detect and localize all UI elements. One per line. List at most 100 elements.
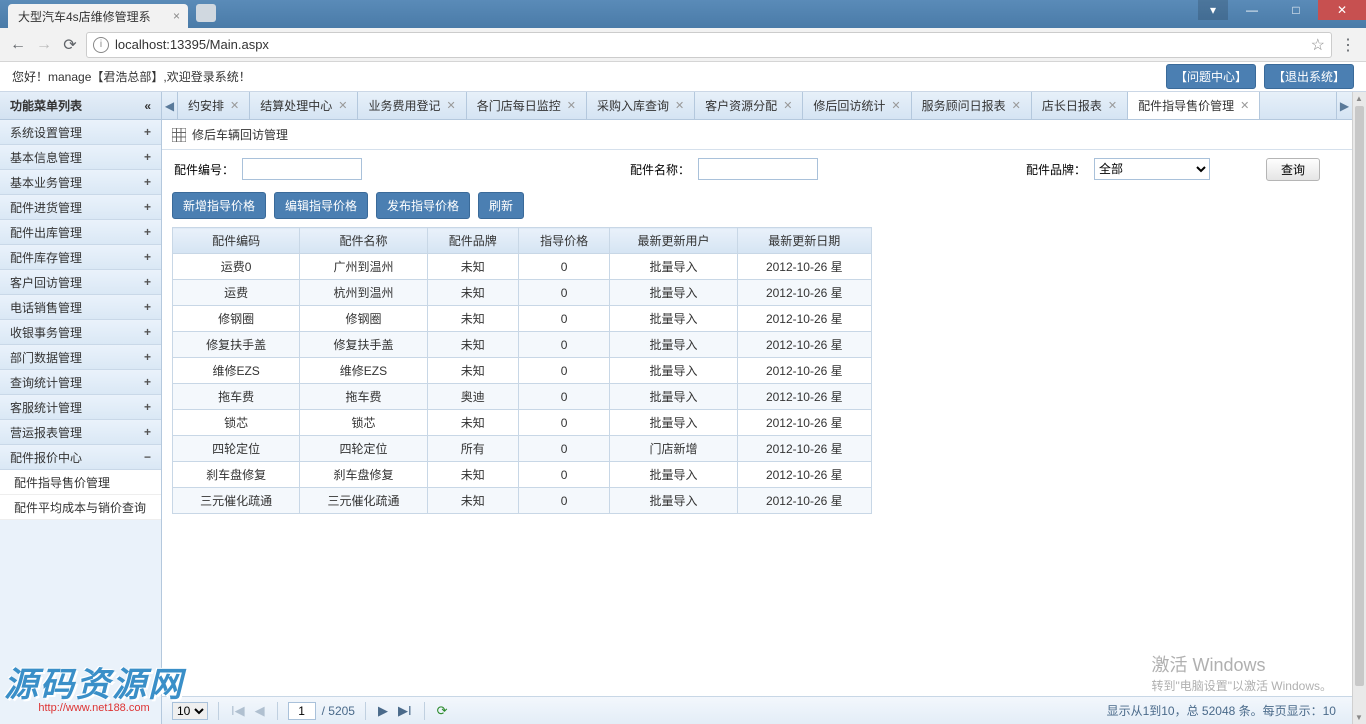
sidebar-item[interactable]: 电话销售管理+ <box>0 295 161 320</box>
issue-center-button[interactable]: 【问题中心】 <box>1166 64 1256 89</box>
sidebar-item-label: 客户回访管理 <box>10 274 82 291</box>
plus-icon: + <box>144 275 151 289</box>
table-row[interactable]: 维修EZS维修EZS未知0批量导入2012-10-26 星 <box>173 358 872 384</box>
tab-close-icon[interactable]: ✕ <box>1108 99 1117 112</box>
browser-tab[interactable]: 大型汽车4s店维修管理系 × <box>8 4 188 28</box>
sidebar-item[interactable]: 配件库存管理+ <box>0 245 161 270</box>
reload-button[interactable]: ⟳ <box>60 35 80 55</box>
table-cell: 2012-10-26 星 <box>737 332 871 358</box>
table-cell: 三元催化疏通 <box>173 488 300 514</box>
tab-close-icon[interactable]: ✕ <box>446 99 455 112</box>
table-row[interactable]: 修复扶手盖修复扶手盖未知0批量导入2012-10-26 星 <box>173 332 872 358</box>
sidebar-item[interactable]: 查询统计管理+ <box>0 370 161 395</box>
collapse-sidebar-icon[interactable]: « <box>144 99 151 113</box>
content-tab[interactable]: 客户资源分配✕ <box>695 92 803 119</box>
table-row[interactable]: 修钢圈修钢圈未知0批量导入2012-10-26 星 <box>173 306 872 332</box>
first-page-button[interactable]: I◀ <box>229 703 247 719</box>
filter-name-input[interactable] <box>698 158 818 180</box>
sidebar-item-label: 基本业务管理 <box>10 174 82 191</box>
column-header[interactable]: 最新更新日期 <box>737 228 871 254</box>
table-row[interactable]: 锁芯锁芯未知0批量导入2012-10-26 星 <box>173 410 872 436</box>
content-tab[interactable]: 业务费用登记✕ <box>358 92 466 119</box>
site-info-icon[interactable]: i <box>93 37 109 53</box>
refresh-button[interactable]: 刷新 <box>478 192 524 219</box>
column-header[interactable]: 配件编码 <box>173 228 300 254</box>
tab-scroll-left[interactable]: ◀ <box>162 92 178 119</box>
sidebar-item[interactable]: 系统设置管理+ <box>0 120 161 145</box>
page-size-select[interactable]: 10 <box>172 702 208 720</box>
sidebar-item[interactable]: 客户回访管理 + <box>0 270 161 295</box>
tab-scroll-right[interactable]: ▶ <box>1336 92 1352 119</box>
query-button[interactable]: 查询 <box>1266 158 1320 181</box>
sidebar-subitem[interactable]: 配件平均成本与销价查询 <box>0 495 161 520</box>
tab-close-icon[interactable]: ✕ <box>891 99 900 112</box>
filter-brand-select[interactable]: 全部 <box>1094 158 1210 180</box>
column-header[interactable]: 配件品牌 <box>427 228 518 254</box>
panel-title: 修后车辆回访管理 <box>162 120 1352 150</box>
table-row[interactable]: 拖车费拖车费奥迪0批量导入2012-10-26 星 <box>173 384 872 410</box>
sidebar-item[interactable]: 配件进货管理+ <box>0 195 161 220</box>
table-row[interactable]: 刹车盘修复刹车盘修复未知0批量导入2012-10-26 星 <box>173 462 872 488</box>
next-page-button[interactable]: ▶ <box>376 703 390 719</box>
tab-close-icon[interactable]: ✕ <box>1240 99 1249 112</box>
table-row[interactable]: 运费0广州到温州未知0批量导入2012-10-26 星 <box>173 254 872 280</box>
sidebar-item[interactable]: 配件报价中心− <box>0 445 161 470</box>
window-close-button[interactable]: ✕ <box>1318 0 1366 20</box>
plus-icon: + <box>144 125 151 139</box>
scrollbar-thumb[interactable] <box>1355 106 1364 686</box>
user-icon[interactable]: ▾ <box>1198 0 1228 20</box>
content-tab[interactable]: 采购入库查询✕ <box>587 92 695 119</box>
tab-close-icon[interactable]: ✕ <box>230 99 239 112</box>
publish-price-button[interactable]: 发布指导价格 <box>376 192 470 219</box>
sidebar-subitem[interactable]: 配件指导售价管理 <box>0 470 161 495</box>
url-input[interactable]: i localhost:13395/Main.aspx ☆ <box>86 32 1332 58</box>
column-header[interactable]: 最新更新用户 <box>610 228 737 254</box>
table-cell: 2012-10-26 星 <box>737 280 871 306</box>
last-page-button[interactable]: ▶I <box>396 703 414 719</box>
column-header[interactable]: 指导价格 <box>518 228 609 254</box>
table-row[interactable]: 三元催化疏通三元催化疏通未知0批量导入2012-10-26 星 <box>173 488 872 514</box>
content-tab[interactable]: 修后回访统计✕ <box>803 92 911 119</box>
content-tab[interactable]: 各门店每日监控✕ <box>467 92 587 119</box>
content-tab[interactable]: 店长日报表✕ <box>1032 92 1128 119</box>
table-row[interactable]: 四轮定位四轮定位所有0门店新增2012-10-26 星 <box>173 436 872 462</box>
table-row[interactable]: 运费杭州到温州未知0批量导入2012-10-26 星 <box>173 280 872 306</box>
tab-close-icon[interactable]: ✕ <box>783 99 792 112</box>
sidebar-item[interactable]: 基本信息管理+ <box>0 145 161 170</box>
maximize-button[interactable]: □ <box>1274 0 1318 20</box>
table-cell: 0 <box>518 306 609 332</box>
tab-close-icon[interactable]: ✕ <box>1012 99 1021 112</box>
column-header[interactable]: 配件名称 <box>300 228 427 254</box>
logout-button[interactable]: 【退出系统】 <box>1264 64 1354 89</box>
bookmark-icon[interactable]: ☆ <box>1311 35 1325 55</box>
sidebar-item[interactable]: 收银事务管理+ <box>0 320 161 345</box>
pager-refresh-button[interactable]: ⟳ <box>435 703 450 719</box>
content-tab[interactable]: 约安排✕ <box>178 92 250 119</box>
sidebar-item[interactable]: 配件出库管理+ <box>0 220 161 245</box>
sidebar-item[interactable]: 基本业务管理 + <box>0 170 161 195</box>
back-button[interactable]: ← <box>8 36 28 54</box>
tab-close-icon[interactable]: ✕ <box>338 99 347 112</box>
table-cell: 2012-10-26 星 <box>737 306 871 332</box>
sidebar-item[interactable]: 营运报表管理+ <box>0 420 161 445</box>
new-price-button[interactable]: 新增指导价格 <box>172 192 266 219</box>
tab-close-icon[interactable]: ✕ <box>567 99 576 112</box>
sidebar-item[interactable]: 部门数据管理+ <box>0 345 161 370</box>
filter-code-input[interactable] <box>242 158 362 180</box>
minimize-button[interactable]: — <box>1230 0 1274 20</box>
sidebar-item[interactable]: 客服统计管理+ <box>0 395 161 420</box>
new-tab-button[interactable] <box>196 4 216 22</box>
content-tab[interactable]: 配件指导售价管理✕ <box>1128 92 1260 119</box>
content-tab[interactable]: 结算处理中心✕ <box>250 92 358 119</box>
vertical-scrollbar[interactable] <box>1352 92 1366 724</box>
prev-page-button[interactable]: ◀ <box>253 703 267 719</box>
close-icon[interactable]: × <box>173 9 180 23</box>
menu-icon[interactable]: ⋮ <box>1338 35 1358 55</box>
table-cell: 0 <box>518 436 609 462</box>
tab-close-icon[interactable]: ✕ <box>675 99 684 112</box>
edit-price-button[interactable]: 编辑指导价格 <box>274 192 368 219</box>
page-input[interactable] <box>288 702 316 720</box>
forward-button[interactable]: → <box>34 36 54 54</box>
plus-icon: + <box>144 175 151 189</box>
content-tab[interactable]: 服务顾问日报表✕ <box>912 92 1032 119</box>
